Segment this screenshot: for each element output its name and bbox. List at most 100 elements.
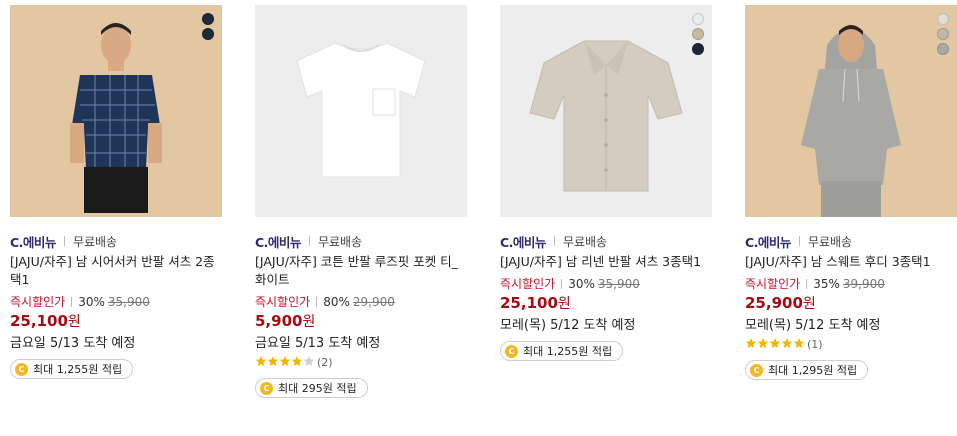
product-image[interactable] xyxy=(745,5,957,217)
discount-rate: 35% xyxy=(813,276,840,291)
price-label: 즉시할인가 xyxy=(10,295,66,309)
product-image[interactable] xyxy=(500,5,712,217)
points-badge: C 최대 1,255원 적립 xyxy=(10,359,134,379)
discount-rate: 80% xyxy=(323,294,350,309)
points-badge: C 최대 1,295원 적립 xyxy=(745,360,869,380)
price-label: 즉시할인가 xyxy=(255,295,311,309)
product-title[interactable]: [JAJU/자주] 남 시어서커 반팔 셔츠 2종 택1 xyxy=(10,253,222,289)
shipping-label: 무료배송 xyxy=(807,234,853,249)
divider xyxy=(63,236,65,246)
divider xyxy=(71,296,73,307)
swatch[interactable] xyxy=(692,28,704,40)
arrival-estimate: 금요일 5/13 도착 예정 xyxy=(10,336,136,351)
discount-row: 즉시할인가 30% 35,900 xyxy=(10,293,222,310)
product-title[interactable]: [JAJU/자주] 남 리넨 반팔 셔츠 3종택1 xyxy=(500,253,712,271)
star-icon xyxy=(303,356,315,366)
sale-price: 5,900원 xyxy=(255,311,467,331)
star-icon xyxy=(291,356,303,366)
star-icon xyxy=(255,356,267,366)
arrival-estimate: 모레(목) 5/12 도착 예정 xyxy=(500,318,636,333)
divider xyxy=(308,236,310,246)
discount-row: 즉시할인가 80% 29,900 xyxy=(255,293,467,310)
swatch[interactable] xyxy=(937,13,949,25)
price-value: 25,900 xyxy=(745,294,803,312)
rating[interactable]: (2) xyxy=(255,355,467,370)
points-badge: C 최대 295원 적립 xyxy=(255,378,368,398)
original-price: 35,900 xyxy=(597,276,640,291)
points-text: 최대 1,255원 적립 xyxy=(523,345,613,358)
brand-row: C.에비뉴 무료배송 xyxy=(10,232,222,251)
color-swatches xyxy=(937,13,949,55)
product-grid: C.에비뉴 무료배송 [JAJU/자주] 남 시어서커 반팔 셔츠 2종 택1 … xyxy=(0,0,957,436)
currency-unit: 원 xyxy=(557,296,571,312)
linen-shirt-photo xyxy=(500,5,712,217)
original-price: 35,900 xyxy=(107,294,150,309)
arrival-estimate: 모레(목) 5/12 도착 예정 xyxy=(745,318,881,333)
swatch[interactable] xyxy=(202,13,214,25)
color-swatches xyxy=(202,13,214,40)
shipping-label: 무료배송 xyxy=(562,234,608,249)
points-text: 최대 295원 적립 xyxy=(278,382,357,395)
product-card[interactable]: C.에비뉴 무료배송 [JAJU/자주] 코튼 반팔 루즈핏 포켓 티_화이트 … xyxy=(255,5,467,398)
star-icon xyxy=(745,338,757,348)
review-count: (1) xyxy=(807,338,823,351)
product-image[interactable] xyxy=(255,5,467,217)
rating[interactable]: (1) xyxy=(745,337,957,352)
star-icon xyxy=(757,338,769,348)
points-badge: C 최대 1,255원 적립 xyxy=(500,341,624,361)
brand-name[interactable]: C.에비뉴 xyxy=(10,232,56,251)
currency-unit: 원 xyxy=(802,296,816,312)
swatch[interactable] xyxy=(937,28,949,40)
star-icon xyxy=(279,356,291,366)
divider xyxy=(806,278,808,289)
original-price: 39,900 xyxy=(842,276,885,291)
coin-icon: C xyxy=(15,362,28,376)
brand-name[interactable]: C.에비뉴 xyxy=(500,232,546,251)
rating-stars xyxy=(255,355,315,370)
star-icon xyxy=(769,338,781,348)
divider xyxy=(553,236,555,246)
divider xyxy=(798,236,800,246)
currency-unit: 원 xyxy=(67,314,81,330)
star-icon xyxy=(793,338,805,348)
sale-price: 25,100원 xyxy=(10,311,222,331)
swatch[interactable] xyxy=(202,28,214,40)
product-title[interactable]: [JAJU/자주] 남 스웨트 후디 3종택1 xyxy=(745,253,957,271)
review-count: (2) xyxy=(317,356,333,369)
color-swatches xyxy=(692,13,704,55)
swatch[interactable] xyxy=(692,43,704,55)
coin-icon: C xyxy=(260,381,273,395)
brand-row: C.에비뉴 무료배송 xyxy=(500,232,712,251)
product-card[interactable]: C.에비뉴 무료배송 [JAJU/자주] 남 스웨트 후디 3종택1 즉시할인가… xyxy=(745,5,957,380)
price-value: 25,100 xyxy=(500,294,558,312)
brand-row: C.에비뉴 무료배송 xyxy=(255,232,467,251)
price-label: 즉시할인가 xyxy=(500,277,556,291)
brand-name[interactable]: C.에비뉴 xyxy=(255,232,301,251)
swatch[interactable] xyxy=(937,43,949,55)
product-image[interactable] xyxy=(10,5,222,217)
man-checked-shirt-photo xyxy=(10,5,222,217)
price-value: 25,100 xyxy=(10,312,68,330)
coin-icon: C xyxy=(750,363,763,377)
shipping-label: 무료배송 xyxy=(317,234,363,249)
original-price: 29,900 xyxy=(352,294,395,309)
product-card[interactable]: C.에비뉴 무료배송 [JAJU/자주] 남 시어서커 반팔 셔츠 2종 택1 … xyxy=(10,5,222,379)
rating-stars xyxy=(745,337,805,352)
product-title[interactable]: [JAJU/자주] 코튼 반팔 루즈핏 포켓 티_화이트 xyxy=(255,253,467,289)
discount-rate: 30% xyxy=(78,294,105,309)
sale-price: 25,100원 xyxy=(500,293,712,313)
brand-row: C.에비뉴 무료배송 xyxy=(745,232,957,251)
shipping-label: 무료배송 xyxy=(72,234,118,249)
divider xyxy=(561,278,563,289)
product-card[interactable]: C.에비뉴 무료배송 [JAJU/자주] 남 리넨 반팔 셔츠 3종택1 즉시할… xyxy=(500,5,712,361)
points-text: 최대 1,295원 적립 xyxy=(768,364,858,377)
discount-row: 즉시할인가 35% 39,900 xyxy=(745,275,957,292)
swatch[interactable] xyxy=(692,13,704,25)
star-icon xyxy=(267,356,279,366)
discount-row: 즉시할인가 30% 35,900 xyxy=(500,275,712,292)
brand-name[interactable]: C.에비뉴 xyxy=(745,232,791,251)
white-tshirt-photo xyxy=(255,5,467,217)
price-value: 5,900 xyxy=(255,312,303,330)
arrival-estimate: 금요일 5/13 도착 예정 xyxy=(255,336,381,351)
man-hoodie-photo xyxy=(745,5,957,217)
